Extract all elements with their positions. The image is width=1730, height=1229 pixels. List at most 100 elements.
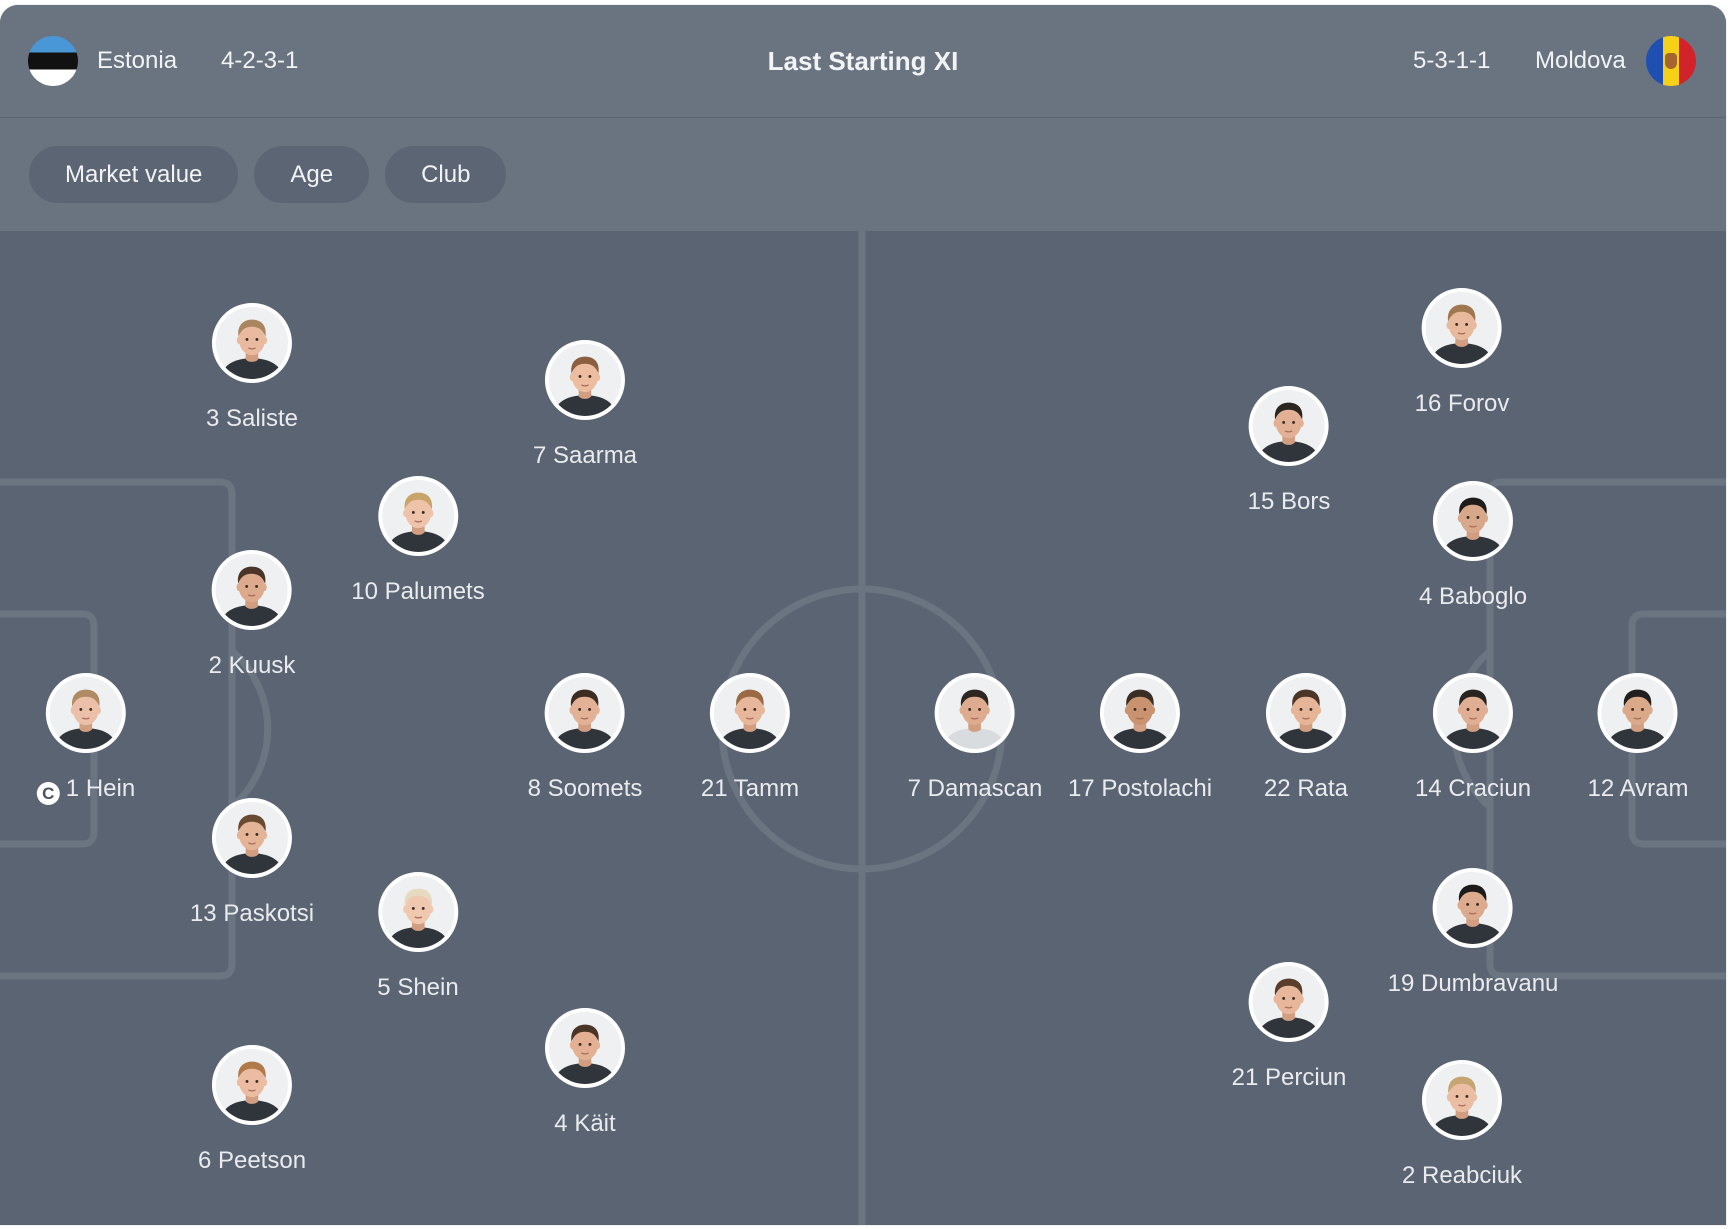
player-name: Avram (1619, 775, 1689, 802)
player-number: 10 (351, 578, 378, 605)
player-photo (211, 550, 292, 630)
player-name: Palumets (384, 578, 485, 605)
player-photo (211, 1045, 292, 1125)
player-photo (545, 1008, 625, 1088)
player-face-image (216, 554, 288, 626)
player-label: 7 Damascan (908, 775, 1043, 803)
player-face-image (1253, 966, 1325, 1038)
player-photo (211, 798, 292, 878)
lineup-header: Estonia 4-2-3-1 Last Starting XI 5-3-1-1… (0, 5, 1726, 118)
player-name: Shein (397, 974, 459, 1001)
player-face-image (1426, 1064, 1498, 1136)
player-photo (1099, 673, 1180, 753)
player-name: Saliste (225, 405, 299, 432)
player-moldova-16-forov[interactable]: 16 Forov (1414, 288, 1510, 418)
player-face-image (1426, 292, 1498, 364)
player-face-image (549, 344, 621, 416)
player-estonia-6-peetson[interactable]: 6 Peetson (198, 1045, 306, 1175)
player-face-image (1602, 677, 1674, 749)
player-moldova-17-postolachi[interactable]: 17 Postolachi (1068, 673, 1212, 803)
pitch: C1 Hein 3 Saliste 2 Kuusk 13 Paskotsi 6 … (0, 231, 1726, 1225)
player-moldova-4-baboglo[interactable]: 4 Baboglo (1419, 481, 1527, 611)
filter-market-value-button[interactable]: Market value (29, 146, 239, 203)
player-number: 12 (1587, 775, 1615, 802)
player-face-image (382, 480, 454, 552)
page-title: Last Starting XI (767, 45, 959, 76)
player-moldova-12-avram[interactable]: 12 Avram (1587, 673, 1689, 803)
player-face-image (1437, 677, 1509, 749)
player-name: Dumbravanu (1420, 970, 1559, 997)
player-face-image (549, 677, 621, 749)
player-label: 14 Craciun (1415, 775, 1531, 803)
estonia-flag-icon (28, 36, 78, 86)
player-face-image (1270, 677, 1342, 749)
player-photo (1597, 673, 1678, 753)
player-number: 2 (208, 652, 222, 679)
player-label: 17 Postolachi (1068, 775, 1212, 803)
player-number: 4 (1418, 583, 1433, 610)
moldova-coat-of-arms-icon (1665, 53, 1677, 69)
player-name: Forov (1448, 390, 1510, 417)
filter-bar: Market value Age Club (0, 118, 1726, 231)
player-estonia-3-saliste[interactable]: 3 Saliste (206, 303, 298, 433)
player-estonia-7-saarma[interactable]: 7 Saarma (533, 340, 637, 470)
filter-age-button[interactable]: Age (254, 146, 370, 203)
player-moldova-2-reabciuk[interactable]: 2 Reabciuk (1402, 1060, 1522, 1190)
player-estonia-13-paskotsi[interactable]: 13 Paskotsi (190, 798, 314, 928)
player-photo (544, 340, 625, 420)
player-face-image (939, 677, 1011, 749)
player-estonia-10-palumets[interactable]: 10 Palumets (351, 476, 485, 606)
player-face-image (549, 1012, 621, 1084)
player-label: 15 Bors (1248, 488, 1331, 516)
player-face-image (382, 876, 454, 948)
player-name: Baboglo (1438, 583, 1528, 610)
player-estonia-2-kuusk[interactable]: 2 Kuusk (209, 550, 296, 680)
player-label: 4 Käit (554, 1110, 615, 1138)
moldova-flag-icon (1646, 36, 1696, 86)
player-number: 8 (527, 775, 541, 802)
player-number: 19 (1387, 970, 1415, 997)
player-photo (1265, 673, 1346, 753)
player-number: 14 (1414, 775, 1442, 802)
player-name: Paskotsi (223, 900, 315, 927)
filter-club-button[interactable]: Club (385, 146, 507, 203)
player-estonia-21-tamm[interactable]: 21 Tamm (701, 673, 799, 803)
player-moldova-15-bors[interactable]: 15 Bors (1248, 386, 1331, 516)
player-label: 6 Peetson (198, 1147, 306, 1175)
player-label: 21 Tamm (701, 775, 799, 803)
player-name: Käit (574, 1110, 616, 1137)
player-photo (545, 673, 625, 753)
player-estonia-5-shein[interactable]: 5 Shein (377, 872, 459, 1002)
moldova-flag-wrapper (1646, 5, 1696, 117)
player-label: 8 Soomets (528, 775, 643, 803)
player-number: 16 (1414, 390, 1442, 417)
player-name: Craciun (1448, 775, 1532, 802)
player-label: 7 Saarma (533, 442, 637, 470)
player-photo (377, 872, 458, 952)
player-moldova-19-dumbravanu[interactable]: 19 Dumbravanu (1387, 868, 1559, 998)
player-number: 15 (1247, 488, 1275, 515)
player-photo (1432, 673, 1513, 753)
player-label: 2 Kuusk (209, 652, 296, 680)
player-moldova-14-craciun[interactable]: 14 Craciun (1415, 673, 1531, 803)
player-moldova-7-damascan[interactable]: 7 Damascan (908, 673, 1043, 803)
player-face-image (1437, 872, 1509, 944)
player-estonia-4-kait[interactable]: 4 Käit (545, 1008, 625, 1138)
player-photo (1432, 481, 1513, 561)
player-number: 4 (554, 1110, 568, 1137)
player-face-image (714, 677, 786, 749)
player-name: Soomets (547, 775, 643, 802)
player-photo (1421, 288, 1502, 368)
player-number: 22 (1263, 775, 1291, 802)
player-estonia-8-soomets[interactable]: 8 Soomets (528, 673, 643, 803)
player-label: 21 Perciun (1232, 1064, 1347, 1092)
player-moldova-22-rata[interactable]: 22 Rata (1264, 673, 1348, 803)
player-moldova-21-perciun[interactable]: 21 Perciun (1232, 962, 1347, 1092)
player-estonia-1-hein[interactable]: C1 Hein (36, 673, 135, 805)
player-label: 4 Baboglo (1419, 583, 1527, 611)
player-name: Tamm (733, 775, 800, 802)
player-name: Bors (1281, 488, 1331, 515)
estonia-flag-wrapper (28, 5, 78, 117)
player-label: C1 Hein (36, 775, 135, 805)
player-number: 6 (197, 1147, 212, 1174)
